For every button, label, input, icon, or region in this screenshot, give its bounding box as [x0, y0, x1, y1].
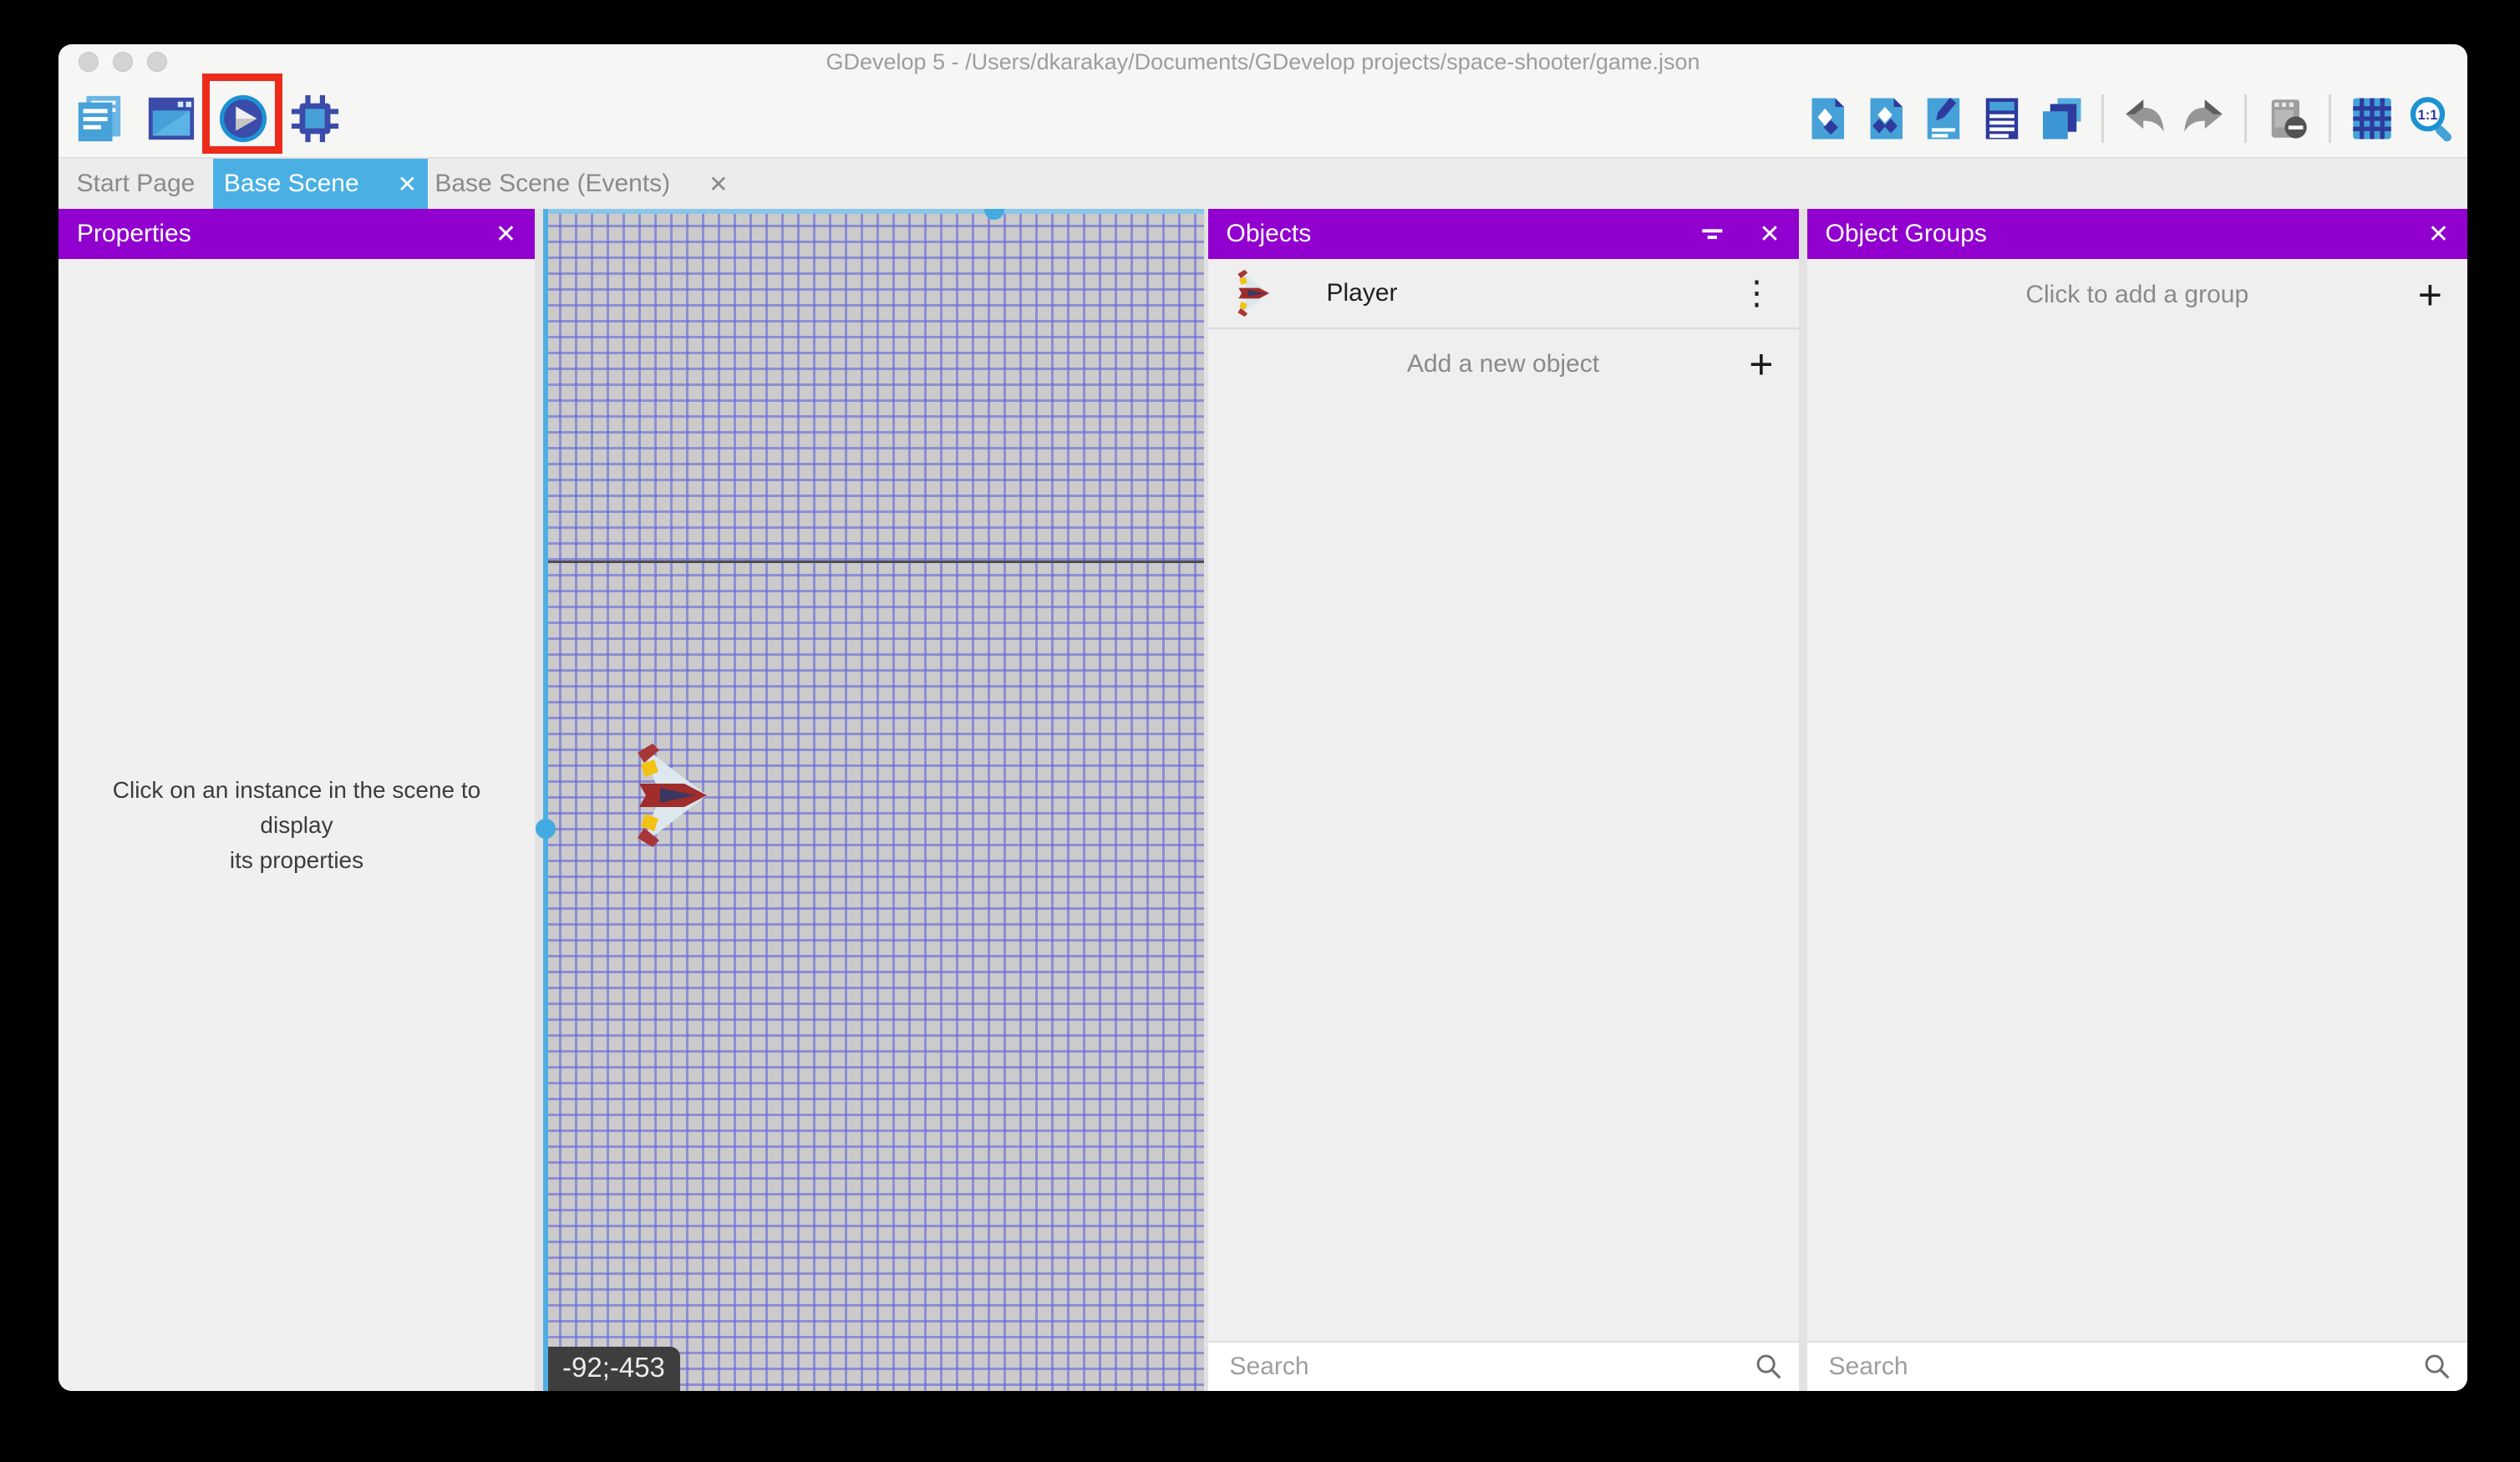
add-new-object-label: Add a new object: [1407, 350, 1599, 378]
tab-close-icon[interactable]: ✕: [398, 170, 417, 198]
redo-icon[interactable]: [2180, 95, 2227, 142]
properties-empty-state: Click on an instance in the scene to dis…: [58, 259, 535, 1391]
object-thumbnail: [1237, 269, 1270, 317]
layers-icon[interactable]: [2037, 95, 2084, 142]
objects-search-bar: [1208, 1341, 1799, 1391]
grid-icon[interactable]: [2349, 95, 2396, 142]
panel-title: Object Groups: [1826, 220, 1987, 248]
undo-icon[interactable]: [2121, 95, 2168, 142]
objects-panel-header: Objects ✕: [1208, 209, 1799, 259]
scene-canvas[interactable]: -92;-453: [543, 209, 1204, 1391]
vertical-scrollbar-thumb[interactable]: [536, 819, 556, 839]
close-icon[interactable]: ✕: [495, 220, 516, 249]
search-icon: [1754, 1352, 1784, 1382]
tab-base-scene-events[interactable]: Base Scene (Events) ✕: [428, 159, 735, 209]
tab-base-scene[interactable]: Base Scene ✕: [213, 159, 428, 209]
object-groups-empty-space: [1807, 330, 2468, 1341]
scene-editor: -92;-453: [543, 209, 1204, 1391]
toolbar-separator: [2244, 94, 2247, 143]
filter-icon[interactable]: [1699, 220, 1727, 248]
tab-start-page[interactable]: Start Page: [58, 159, 213, 209]
objects-panel: Objects ✕ Player ⋮: [1208, 209, 1799, 1391]
add-group-label: Click to add a group: [2025, 281, 2248, 309]
toolbar-right-group: 1:1: [1803, 94, 2467, 143]
cursor-coordinates-badge: -92;-453: [547, 1347, 680, 1391]
panel-title: Objects: [1227, 220, 1312, 248]
kebab-menu-icon[interactable]: ⋮: [1740, 277, 1774, 310]
toolbar-separator: [2101, 94, 2104, 143]
project-manager-icon[interactable]: [74, 93, 125, 145]
instances-list-icon[interactable]: [1979, 95, 2025, 142]
object-list-item-player[interactable]: Player ⋮: [1208, 259, 1799, 329]
tab-bar: Start Page Base Scene ✕ Base Scene (Even…: [58, 157, 2467, 209]
mask-icon[interactable]: [2264, 95, 2311, 142]
toolbar-separator: [2329, 94, 2331, 143]
properties-panel-header: Properties ✕: [58, 209, 535, 259]
tab-label: Start Page: [77, 170, 196, 198]
window-title: GDevelop 5 - /Users/dkarakay/Documents/G…: [58, 49, 2467, 75]
main-toolbar: 1:1: [58, 79, 2467, 157]
objects-panel-empty-space: [1208, 398, 1799, 1341]
player-instance-sprite[interactable]: [637, 742, 707, 849]
panel-divider: [535, 209, 543, 1391]
add-group-row[interactable]: Click to add a group +: [1807, 259, 2468, 330]
panel-title: Properties: [77, 220, 191, 248]
tab-label: Base Scene: [224, 170, 359, 198]
zoom-ratio-label: 1:1: [2417, 106, 2437, 122]
editor-content: Properties ✕ Click on an instance in the…: [58, 209, 2467, 1391]
object-groups-search-input[interactable]: [1807, 1353, 2468, 1381]
plus-icon[interactable]: +: [1749, 343, 1773, 385]
object-groups-panel-header: Object Groups ✕: [1807, 209, 2468, 259]
properties-empty-message: Click on an instance in the scene to dis…: [79, 773, 514, 878]
search-icon: [2422, 1352, 2452, 1382]
objects-search-input[interactable]: [1208, 1353, 1799, 1381]
object-name: Player: [1327, 279, 1398, 307]
horizontal-scrollbar: [543, 209, 1204, 214]
properties-panel: Properties ✕ Click on an instance in the…: [58, 209, 535, 1391]
scene-origin-axis-line: [543, 561, 1204, 563]
tab-label: Base Scene (Events): [434, 170, 670, 198]
panel-divider: [1799, 209, 1807, 1391]
title-bar: GDevelop 5 - /Users/dkarakay/Documents/G…: [58, 44, 2467, 79]
app-window: GDevelop 5 - /Users/dkarakay/Documents/G…: [58, 44, 2467, 1391]
toolbar-left-group: [58, 93, 341, 145]
add-new-object-row[interactable]: Add a new object +: [1208, 329, 1799, 398]
plus-icon[interactable]: +: [2418, 274, 2442, 316]
objects-editor-icon[interactable]: [1803, 95, 1850, 142]
zoom-1-1-icon[interactable]: 1:1: [2407, 95, 2454, 142]
properties-panel-icon[interactable]: [1920, 95, 1967, 142]
desktop-background: { "window": { "title": "GDevelop 5 - /Us…: [0, 0, 2520, 1462]
debug-icon[interactable]: [289, 93, 341, 145]
object-groups-panel: Object Groups ✕ Click to add a group +: [1807, 209, 2468, 1391]
tab-close-icon[interactable]: ✕: [709, 170, 728, 198]
object-groups-search-bar: [1807, 1341, 2468, 1391]
object-groups-editor-icon[interactable]: [1862, 95, 1908, 142]
close-icon[interactable]: ✕: [2428, 220, 2449, 249]
close-icon[interactable]: ✕: [1759, 220, 1780, 249]
scene-window-icon[interactable]: [145, 93, 197, 145]
play-icon[interactable]: [217, 93, 269, 145]
vertical-scrollbar: [543, 209, 548, 1391]
